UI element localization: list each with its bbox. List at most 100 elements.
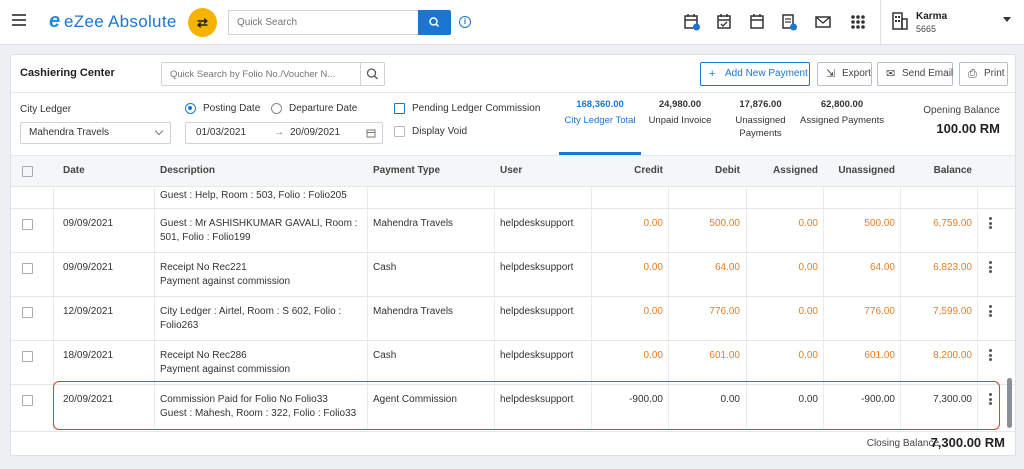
departure-date-radio[interactable] — [271, 103, 282, 114]
row-date: 09/09/2021 — [63, 218, 114, 229]
stat-assigned-payments[interactable]: 62,800.00 Assigned Payments — [797, 99, 887, 127]
highlight-box — [53, 381, 1000, 430]
table-row[interactable]: 09/09/2021 Receipt No Rec221 Payment agai… — [11, 253, 1015, 297]
chevron-down-icon — [154, 126, 164, 136]
display-void-checkbox[interactable] — [394, 126, 405, 137]
row-assigned: 0.00 — [798, 350, 818, 361]
select-all-checkbox[interactable] — [22, 166, 33, 177]
row-description: City Ledger : Airtel, Room : S 602, Foli… — [160, 306, 342, 331]
row-debit: 500.00 — [709, 218, 740, 229]
user-name[interactable]: Karma — [916, 11, 947, 22]
search-icon — [429, 17, 440, 28]
send-email-button[interactable]: ✉ Send Email — [877, 62, 953, 86]
mail-icon[interactable] — [813, 12, 833, 32]
folio-search-button[interactable] — [360, 62, 385, 86]
row-description: Guest : Mr ASHISHKUMAR GAVALI, Room :501… — [160, 218, 358, 243]
ledger-select[interactable]: Mahendra Travels — [20, 122, 171, 144]
mail-icon: ✉ — [886, 68, 896, 80]
row-description: Guest : Help, Room : 503, Folio : Folio2… — [160, 190, 347, 201]
user-code: 5665 — [916, 24, 937, 34]
folio-search-input[interactable] — [161, 62, 361, 86]
row-payment-type: Cash — [373, 262, 397, 273]
col-assigned[interactable]: Assigned — [746, 156, 818, 186]
table-row[interactable]: Guest : Help, Room : 503, Folio : Folio2… — [11, 187, 1015, 209]
table-row[interactable]: 09/09/2021 Guest : Mr ASHISHKUMAR GAVALI… — [11, 209, 1015, 253]
document-icon[interactable] — [779, 12, 799, 32]
row-debit: 601.00 — [709, 350, 740, 361]
row-date: 09/09/2021 — [63, 262, 114, 273]
print-button[interactable]: ⎙ Print — [959, 62, 1008, 86]
stat-city-ledger-total[interactable]: 168,360.00 City Ledger Total — [559, 99, 641, 127]
closing-balance-value: 7,300.00 RM — [930, 435, 1005, 450]
row-payment-type: Mahendra Travels — [373, 306, 454, 317]
more-options-icon[interactable] — [989, 305, 992, 317]
row-checkbox[interactable] — [22, 351, 33, 362]
row-assigned: 0.00 — [798, 218, 818, 229]
export-button[interactable]: ⇲ Export — [817, 62, 872, 86]
departure-date-label: Departure Date — [289, 103, 358, 114]
row-user: helpdesksupport — [500, 218, 574, 229]
row-assigned: 0.00 — [798, 262, 818, 273]
more-options-icon[interactable] — [989, 349, 992, 361]
date-range-input[interactable]: 01/03/2021 → 20/09/2021 — [185, 122, 383, 144]
col-description[interactable]: Description — [160, 156, 215, 186]
opening-balance-value: 100.00 RM — [936, 121, 1000, 136]
add-new-payment-button[interactable]: + Add New Payment — [700, 62, 810, 86]
divider — [880, 0, 881, 45]
vertical-scrollbar[interactable] — [1007, 378, 1012, 428]
apps-grid-icon[interactable] — [848, 12, 868, 32]
calendar-add-icon[interactable] — [682, 12, 702, 32]
table-row[interactable]: 18/09/2021 Receipt No Rec286 Payment agai… — [11, 341, 1015, 385]
pending-commission-checkbox[interactable] — [394, 103, 405, 114]
row-checkbox[interactable] — [22, 263, 33, 274]
calendar-icon — [366, 129, 376, 138]
menu-icon[interactable] — [12, 14, 26, 26]
col-unassigned[interactable]: Unassigned — [823, 156, 895, 186]
chevron-down-icon[interactable] — [1003, 17, 1011, 22]
col-balance[interactable]: Balance — [900, 156, 972, 186]
export-icon: ⇲ — [826, 68, 836, 80]
hotel-icon — [892, 12, 908, 30]
row-checkbox[interactable] — [22, 307, 33, 318]
more-options-icon[interactable] — [989, 261, 992, 273]
quick-search-input[interactable] — [228, 10, 418, 35]
col-debit[interactable]: Debit — [668, 156, 740, 186]
row-description: Receipt No Rec221 Payment against commiss… — [160, 262, 291, 287]
date-to: 20/09/2021 — [290, 127, 341, 138]
printer-icon: ⎙ — [968, 68, 977, 80]
row-balance: 6,759.00 — [933, 218, 972, 229]
row-payment-type: Mahendra Travels — [373, 218, 454, 229]
app-logo-text: eZee Absolute — [64, 12, 177, 31]
col-credit[interactable]: Credit — [591, 156, 663, 186]
more-options-icon[interactable] — [989, 217, 992, 229]
calendar-check-icon[interactable] — [714, 12, 734, 32]
shuffle-icon[interactable]: ⇄ — [188, 8, 217, 37]
row-unassigned: 64.00 — [869, 262, 895, 273]
calendar-icon[interactable] — [747, 12, 767, 32]
row-credit: 0.00 — [643, 306, 663, 317]
divider — [11, 92, 1015, 93]
row-date: 18/09/2021 — [63, 350, 114, 361]
top-bar: e eZee Absolute ⇄ i Karma 5665 — [0, 0, 1024, 45]
col-payment-type[interactable]: Payment Type — [373, 156, 440, 186]
row-assigned: 0.00 — [798, 306, 818, 317]
ledger-label: City Ledger — [20, 104, 72, 115]
row-checkbox[interactable] — [22, 219, 33, 230]
col-date[interactable]: Date — [63, 156, 85, 186]
row-checkbox[interactable] — [22, 395, 33, 406]
info-icon[interactable]: i — [459, 16, 471, 28]
col-user[interactable]: User — [500, 156, 522, 186]
row-payment-type: Cash — [373, 350, 397, 361]
plus-icon: + — [709, 68, 716, 80]
search-button[interactable] — [418, 10, 451, 35]
posting-date-radio[interactable] — [185, 103, 196, 114]
row-credit: 0.00 — [643, 262, 663, 273]
logo-mark: e — [49, 10, 61, 32]
table-row[interactable]: 12/09/2021 City Ledger : Airtel, Room : … — [11, 297, 1015, 341]
stat-unassigned-payments[interactable]: 17,876.00 Unassigned Payments — [723, 99, 798, 140]
divider — [11, 431, 1015, 432]
stat-unpaid-invoice[interactable]: 24,980.00 Unpaid Invoice — [647, 99, 713, 127]
row-balance: 7,599.00 — [933, 306, 972, 317]
row-debit: 64.00 — [714, 262, 740, 273]
table-header: Date Description Payment Type User Credi… — [11, 155, 1015, 187]
